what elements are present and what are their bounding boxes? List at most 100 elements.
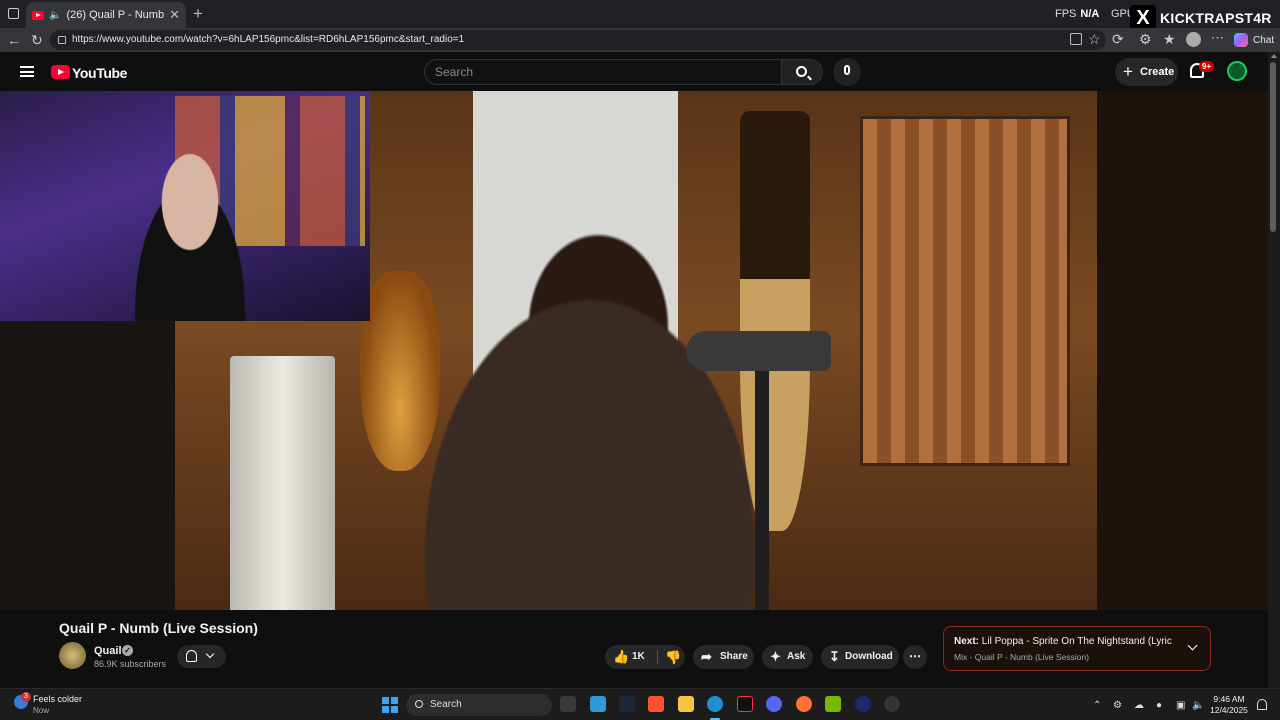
webcam-streamer: [120, 151, 260, 321]
file-explorer-icon[interactable]: [678, 696, 694, 712]
account-avatar[interactable]: [1227, 61, 1247, 81]
download-label: Download: [845, 651, 893, 662]
back-arrow-icon[interactable]: ←: [7, 32, 21, 48]
discord-app-icon[interactable]: [766, 696, 782, 712]
obs-app-icon[interactable]: [884, 696, 900, 712]
up-next-video-title: Lil Poppa - Sprite On The Nightstand (Ly…: [981, 636, 1174, 647]
microphone-tray-icon[interactable]: ●: [1156, 700, 1162, 711]
subscription-notifications-button[interactable]: [177, 645, 226, 668]
video-frame-microphone: [686, 331, 831, 371]
webcam-overlay: [0, 91, 370, 321]
guide-menu-icon[interactable]: [20, 66, 34, 77]
app-icon[interactable]: [855, 696, 871, 712]
widgets-app-icon[interactable]: [590, 696, 606, 712]
chevron-down-icon[interactable]: [1187, 640, 1198, 651]
more-actions-button[interactable]: ⋯: [903, 645, 927, 669]
create-button[interactable]: + Create: [1115, 58, 1178, 86]
tray-overflow-chevron-icon[interactable]: ⌃: [1093, 700, 1101, 711]
sparkle-icon: ✦: [770, 649, 781, 664]
up-next-playlist: Mix - Quail P - Numb (Live Session): [954, 652, 1089, 662]
video-player[interactable]: [0, 91, 1268, 610]
favorites-icon[interactable]: ★: [1163, 31, 1176, 48]
weather-subtext: Now: [33, 706, 50, 715]
video-title: Quail P - Numb (Live Session): [59, 620, 258, 636]
channel-name[interactable]: Quail: [94, 645, 122, 657]
youtube-masthead: YouTube Search + Create 9+: [0, 52, 1268, 92]
favorite-star-icon[interactable]: ☆: [1088, 31, 1101, 48]
reload-icon[interactable]: ↻: [31, 32, 43, 49]
channel-avatar[interactable]: [59, 642, 86, 669]
tab-close-icon[interactable]: ✕: [169, 7, 180, 23]
search-icon: [796, 66, 807, 77]
brave-app-icon[interactable]: [648, 696, 664, 712]
tab-actions-icon[interactable]: [8, 8, 19, 19]
notification-count-badge: 9+: [1199, 61, 1215, 72]
app-available-icon[interactable]: [1070, 33, 1082, 45]
url-input[interactable]: https://www.youtube.com/watch?v=6hLAP156…: [50, 30, 1106, 50]
url-text: https://www.youtube.com/watch?v=6hLAP156…: [72, 34, 465, 45]
fps-counter: FPS N/A: [1055, 8, 1099, 20]
search-button[interactable]: [781, 59, 823, 85]
like-thumb-icon[interactable]: 👍: [613, 645, 629, 669]
plus-icon: +: [1123, 62, 1133, 81]
fps-label: FPS: [1055, 8, 1077, 20]
verified-check-icon: ✓: [122, 645, 133, 656]
tab-title: (26) Quail P - Numb (Live Session) - You…: [66, 9, 165, 21]
task-view-icon[interactable]: [560, 696, 576, 712]
page-scrollbar[interactable]: [1268, 52, 1280, 688]
chevron-down-icon: [205, 649, 215, 659]
browser-essentials-icon[interactable]: ⚙: [1139, 31, 1152, 48]
more-menu-icon[interactable]: ⋯: [1211, 30, 1224, 46]
volume-tray-icon[interactable]: 🔈: [1192, 700, 1204, 711]
video-frame-dark-edge: [1097, 91, 1268, 610]
video-frame-diffuser: [860, 116, 1070, 466]
chat-label[interactable]: Chat: [1253, 35, 1274, 46]
up-next-prefix: Next:: [954, 636, 980, 647]
download-button[interactable]: ↧ Download: [821, 645, 899, 669]
tiktok-app-icon[interactable]: [737, 696, 753, 712]
scroll-up-arrow-icon[interactable]: [1271, 54, 1277, 58]
edge-app-icon[interactable]: [707, 696, 723, 712]
onedrive-tray-icon[interactable]: ☁: [1134, 700, 1144, 711]
like-count[interactable]: 1K: [632, 645, 645, 669]
steam-tray-icon[interactable]: ⚙: [1113, 700, 1122, 711]
up-next-card[interactable]: Next: Lil Poppa - Sprite On The Nightsta…: [943, 626, 1211, 671]
subscriber-count: 86.9K subscribers: [94, 659, 167, 669]
nvidia-app-icon[interactable]: [825, 696, 841, 712]
voice-search-button[interactable]: [833, 58, 861, 86]
new-tab-button[interactable]: +: [193, 4, 203, 24]
download-arrow-icon: ↧: [829, 649, 840, 664]
network-tray-icon[interactable]: ▣: [1176, 700, 1185, 711]
clock-time: 9:46 AM: [1213, 694, 1245, 704]
browser-tab-bar: 🔈 (26) Quail P - Numb (Live Session) - Y…: [0, 0, 1280, 31]
youtube-logo-icon[interactable]: [51, 65, 70, 79]
windows-taskbar: 3 Feels colder Now Search ⌃ ⚙ ☁ ● ▣ 🔈 9:…: [0, 688, 1280, 720]
microphone-icon: [844, 65, 850, 75]
copilot-icon[interactable]: [1234, 33, 1248, 47]
ask-button[interactable]: ✦ Ask: [762, 645, 813, 669]
stream-overlay-handle: KICKTRAPST4R: [1160, 10, 1272, 26]
profile-avatar[interactable]: [1186, 32, 1201, 47]
extensions-icon[interactable]: ⟳: [1112, 31, 1124, 48]
share-label: Share: [720, 651, 748, 662]
system-clock[interactable]: 9:46 AM 12/4/2025: [1209, 694, 1249, 716]
share-button[interactable]: ➦ Share: [693, 645, 754, 669]
taskbar-search-input[interactable]: Search: [406, 694, 552, 716]
site-info-icon[interactable]: [58, 36, 66, 44]
browser-tab-youtube[interactable]: 🔈 (26) Quail P - Numb (Live Session) - Y…: [26, 2, 186, 28]
video-frame-performer: [380, 231, 800, 610]
notification-center-icon[interactable]: [1257, 699, 1267, 710]
steam-app-icon[interactable]: [619, 696, 635, 712]
scrollbar-thumb[interactable]: [1270, 62, 1276, 232]
speaker-icon[interactable]: 🔈: [49, 10, 61, 21]
create-label: Create: [1140, 66, 1175, 78]
start-button-icon[interactable]: [382, 697, 398, 713]
share-arrow-icon: ➦: [701, 649, 712, 664]
firefox-app-icon[interactable]: [796, 696, 812, 712]
taskbar-search-label: Search: [430, 699, 462, 710]
video-frame-lamp: [230, 356, 335, 610]
youtube-wordmark[interactable]: YouTube: [72, 65, 127, 81]
search-input[interactable]: Search: [424, 59, 782, 85]
weather-text[interactable]: Feels colder: [33, 694, 82, 704]
dislike-thumb-icon[interactable]: 👍: [665, 645, 681, 669]
